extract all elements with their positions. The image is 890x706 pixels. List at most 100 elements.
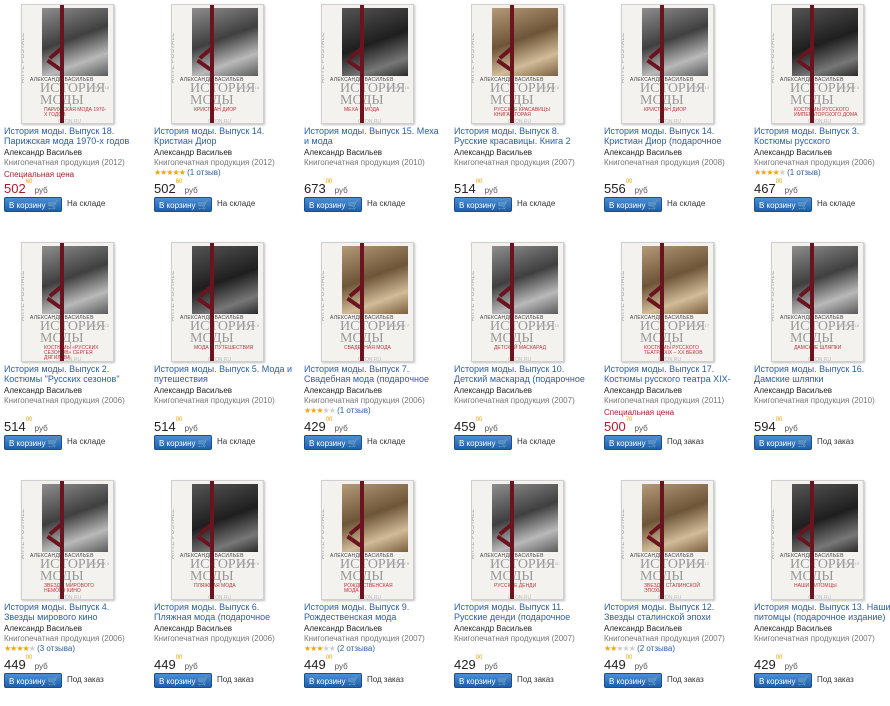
product-author: Александр Васильев <box>4 624 83 633</box>
stock-status: Под заказ <box>367 675 404 684</box>
book-cover[interactable]: ARTE POSTALEАЛЕКСАНДР ВАСИЛЬЕВИСТОРИЯ МО… <box>321 4 414 124</box>
product-title-link[interactable]: История моды. Выпуск 11. Русские денди (… <box>454 602 592 623</box>
product-title-link[interactable]: История моды. Выпуск 14. Кристиан Диор (… <box>604 126 742 147</box>
cover-ribbon <box>60 5 64 123</box>
price-value: 449 <box>304 657 326 672</box>
book-cover[interactable]: ARTE POSTALEАЛЕКСАНДР ВАСИЛЬЕВИСТОРИЯ МО… <box>771 480 864 600</box>
cover-subtitle: РОЖДЕСТВЕНСКАЯ МОДА <box>344 583 393 594</box>
cart-icon: 🛒 <box>347 438 359 448</box>
product-card: ARTE POSTALEАЛЕКСАНДР ВАСИЛЬЕВИСТОРИЯ МО… <box>150 238 293 468</box>
book-cover[interactable]: ARTE POSTALEАЛЕКСАНДР ВАСИЛЬЕВИСТОРИЯ МО… <box>21 242 114 362</box>
add-to-cart-button[interactable]: В корзину 🛒 <box>4 197 62 212</box>
product-title-link[interactable]: История моды. Выпуск 3. Костюмы русского… <box>754 126 890 147</box>
product-title-link[interactable]: История моды. Выпуск 17. Костюмы русског… <box>604 364 742 385</box>
rating-count[interactable]: (1 отзыв) <box>185 168 221 177</box>
add-to-cart-button[interactable]: В корзину 🛒 <box>454 197 512 212</box>
price-cents: 00 <box>625 179 633 185</box>
stock-status: На складе <box>367 437 406 446</box>
book-cover[interactable]: ARTE POSTALEАЛЕКСАНДР ВАСИЛЬЕВИСТОРИЯ МО… <box>171 242 264 362</box>
add-to-cart-button[interactable]: В корзину 🛒 <box>154 673 212 688</box>
book-cover[interactable]: ARTE POSTALEАЛЕКСАНДР ВАСИЛЬЕВИСТОРИЯ МО… <box>621 242 714 362</box>
product-title-link[interactable]: История моды. Выпуск 18. Парижская мода … <box>4 126 142 146</box>
rating-count[interactable]: (1 отзыв) <box>785 168 821 177</box>
book-cover[interactable]: ARTE POSTALEАЛЕКСАНДР ВАСИЛЬЕВИСТОРИЯ МО… <box>321 242 414 362</box>
add-to-cart-button[interactable]: В корзину 🛒 <box>304 197 362 212</box>
cover-issue: ВЫПУСК 11 <box>536 561 559 566</box>
rating[interactable]: ★★★★★ (1 отзыв) <box>304 406 371 415</box>
price: 45900 руб <box>454 417 498 436</box>
rating[interactable]: ★★★★★ (1 отзыв) <box>754 168 821 177</box>
cover-issue: ВЫПУСК 14 <box>236 85 259 90</box>
add-to-cart-button[interactable]: В корзину 🛒 <box>154 197 212 212</box>
cover-subtitle: ДАМСКИЕ ШЛЯПКИ <box>794 345 842 351</box>
rating-count[interactable]: (2 отзыва) <box>335 644 375 653</box>
book-cover[interactable]: ARTE POSTALEАЛЕКСАНДР ВАСИЛЬЕВИСТОРИЯ МО… <box>171 480 264 600</box>
book-cover[interactable]: ARTE POSTALEАЛЕКСАНДР ВАСИЛЬЕВИСТОРИЯ МО… <box>771 4 864 124</box>
rating-stars-icon: ★★★★★ <box>304 406 336 415</box>
book-cover[interactable]: ARTE POSTALEАЛЕКСАНДР ВАСИЛЬЕВИСТОРИЯ МО… <box>471 4 564 124</box>
add-to-cart-button[interactable]: В корзину 🛒 <box>4 435 62 450</box>
add-to-cart-label: В корзину <box>309 439 346 448</box>
product-title-link[interactable]: История моды. Выпуск 6. Пляжная мода (по… <box>154 602 292 623</box>
product-title-link[interactable]: История моды. Выпуск 5. Мода и путешеств… <box>154 364 292 384</box>
add-to-cart-button[interactable]: В корзину 🛒 <box>604 435 662 450</box>
book-cover[interactable]: ARTE POSTALEАЛЕКСАНДР ВАСИЛЬЕВИСТОРИЯ МО… <box>321 480 414 600</box>
book-cover[interactable]: ARTE POSTALEАЛЕКСАНДР ВАСИЛЬЕВИСТОРИЯ МО… <box>771 242 864 362</box>
add-to-cart-button[interactable]: В корзину 🛒 <box>604 197 662 212</box>
book-cover[interactable]: ARTE POSTALEАЛЕКСАНДР ВАСИЛЬЕВИСТОРИЯ МО… <box>21 4 114 124</box>
add-to-cart-label: В корзину <box>459 677 496 686</box>
book-cover[interactable]: ARTE POSTALEАЛЕКСАНДР ВАСИЛЬЕВИСТОРИЯ МО… <box>471 242 564 362</box>
product-title-link[interactable]: История моды. Выпуск 8. Русские красавиц… <box>454 126 592 147</box>
book-cover[interactable]: ARTE POSTALEАЛЕКСАНДР ВАСИЛЬЕВИСТОРИЯ МО… <box>471 480 564 600</box>
product-card: ARTE POSTALEАЛЕКСАНДР ВАСИЛЬЕВИСТОРИЯ МО… <box>0 238 143 468</box>
product-title-link[interactable]: История моды. Выпуск 7. Свадебная мода (… <box>304 364 442 385</box>
product-title-link[interactable]: История моды. Выпуск 12. Звезды сталинск… <box>604 602 742 623</box>
add-to-cart-button[interactable]: В корзину 🛒 <box>454 673 512 688</box>
add-to-cart-button[interactable]: В корзину 🛒 <box>454 435 512 450</box>
rating[interactable]: ★★★★★ (1 отзыв) <box>154 168 221 177</box>
book-cover[interactable]: ARTE POSTALEАЛЕКСАНДР ВАСИЛЬЕВИСТОРИЯ МО… <box>621 4 714 124</box>
rating-count[interactable]: (2 отзыва) <box>635 644 675 653</box>
rating-count[interactable]: (3 отзыва) <box>35 644 75 653</box>
cover-spine-label: ARTE POSTALE <box>771 508 776 559</box>
rating[interactable]: ★★★★★ (2 отзыва) <box>604 644 675 653</box>
cart-icon: 🛒 <box>497 676 509 686</box>
rating[interactable]: ★★★★★ (3 отзыва) <box>4 644 75 653</box>
product-author: Александр Васильев <box>4 148 83 157</box>
cart-icon: 🛒 <box>647 676 659 686</box>
add-to-cart-button[interactable]: В корзину 🛒 <box>754 197 812 212</box>
add-to-cart-button[interactable]: В корзину 🛒 <box>604 673 662 688</box>
cover-ribbon <box>360 481 364 599</box>
add-to-cart-label: В корзину <box>159 201 196 210</box>
product-title-link[interactable]: История моды. Выпуск 16. Дамские шляпки <box>754 364 890 384</box>
price-cents: 00 <box>775 655 783 661</box>
product-title-link[interactable]: История моды. Выпуск 13. Наши питомцы (п… <box>754 602 890 622</box>
product-title-link[interactable]: История моды. Выпуск 2. Костюмы "Русских… <box>4 364 142 385</box>
cover-subtitle: ЗВЕЗДЫ МИРОВОГО НЕМОГО КИНО <box>44 583 95 594</box>
add-to-cart-button[interactable]: В корзину 🛒 <box>154 435 212 450</box>
product-category: Книгопечатная продукция (2006) <box>754 158 875 167</box>
price: 51400 руб <box>154 417 198 436</box>
cover-ribbon <box>660 5 664 123</box>
add-to-cart-button[interactable]: В корзину 🛒 <box>754 673 812 688</box>
book-cover[interactable]: ARTE POSTALEАЛЕКСАНДР ВАСИЛЬЕВИСТОРИЯ МО… <box>621 480 714 600</box>
product-category: Книгопечатная продукция (2006) <box>304 396 425 405</box>
product-title-link[interactable]: История моды. Выпуск 4. Звезды мирового … <box>4 602 142 623</box>
book-cover[interactable]: ARTE POSTALEАЛЕКСАНДР ВАСИЛЬЕВИСТОРИЯ МО… <box>171 4 264 124</box>
rating[interactable]: ★★★★★ (2 отзыва) <box>304 644 375 653</box>
product-title-link[interactable]: История моды. Выпуск 9. Рождественская м… <box>304 602 442 623</box>
add-to-cart-button[interactable]: В корзину 🛒 <box>304 673 362 688</box>
product-title-link[interactable]: История моды. Выпуск 10. Детский маскара… <box>454 364 592 385</box>
price-currency: руб <box>32 424 48 433</box>
price-currency: руб <box>632 186 648 195</box>
product-title-link[interactable]: История моды. Выпуск 15. Меха и мода <box>304 126 442 146</box>
product-title-link[interactable]: История моды. Выпуск 14. Кристиан Диор <box>154 126 292 146</box>
price-currency: руб <box>32 662 48 671</box>
add-to-cart-button[interactable]: В корзину 🛒 <box>754 435 812 450</box>
book-cover[interactable]: ARTE POSTALEАЛЕКСАНДР ВАСИЛЬЕВИСТОРИЯ МО… <box>21 480 114 600</box>
add-to-cart-button[interactable]: В корзину 🛒 <box>304 435 362 450</box>
cover-ribbon <box>510 481 514 599</box>
add-to-cart-button[interactable]: В корзину 🛒 <box>4 673 62 688</box>
rating-count[interactable]: (1 отзыв) <box>335 406 371 415</box>
price-value: 514 <box>154 419 176 434</box>
